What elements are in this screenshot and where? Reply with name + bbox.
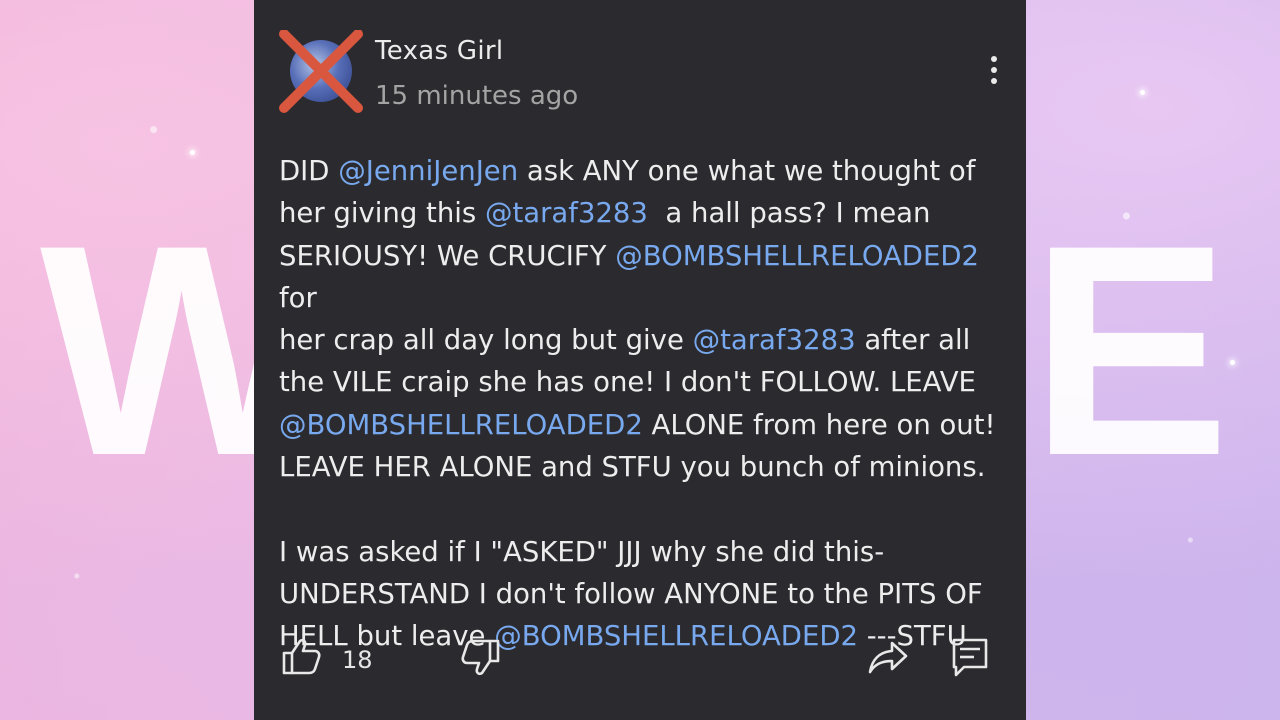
- sparkle: [1230, 360, 1235, 365]
- share-icon: [868, 641, 908, 674]
- comment-author[interactable]: Texas Girl: [375, 36, 503, 66]
- red-x-overlay-icon: [279, 30, 363, 113]
- mention-link[interactable]: @taraf3283: [693, 324, 856, 356]
- share-button[interactable]: [866, 635, 910, 683]
- sparkle: [190, 150, 195, 155]
- comment-body: DID @JenniJenJen ask ANY one what we tho…: [279, 150, 999, 658]
- like-count: 18: [342, 646, 373, 674]
- mention-link[interactable]: @BOMBSHELLRELOADED2: [615, 240, 979, 272]
- mention-link[interactable]: @JenniJenJen: [338, 155, 518, 187]
- reply-button[interactable]: [948, 635, 992, 683]
- like-button[interactable]: [280, 635, 324, 683]
- more-vert-icon: [991, 56, 997, 62]
- background-letter-right: E: [1030, 182, 1230, 518]
- comment-actions: 18: [254, 630, 1026, 690]
- comment-text: DID: [279, 155, 339, 187]
- more-options-button[interactable]: [984, 56, 1004, 96]
- thumbs-up-icon: [282, 638, 321, 675]
- reply-icon: [952, 638, 988, 677]
- comment-timestamp: 15 minutes ago: [375, 81, 579, 111]
- mention-link[interactable]: @taraf3283: [485, 197, 648, 229]
- sparkle: [1140, 90, 1145, 95]
- comment-card: ​ Texas Girl 15 minutes ago DID @JenniJe…: [254, 0, 1026, 720]
- thumbs-down-icon: [461, 639, 500, 676]
- dislike-button[interactable]: [458, 635, 502, 683]
- avatar[interactable]: [278, 30, 364, 116]
- mention-link[interactable]: @BOMBSHELLRELOADED2: [279, 409, 643, 441]
